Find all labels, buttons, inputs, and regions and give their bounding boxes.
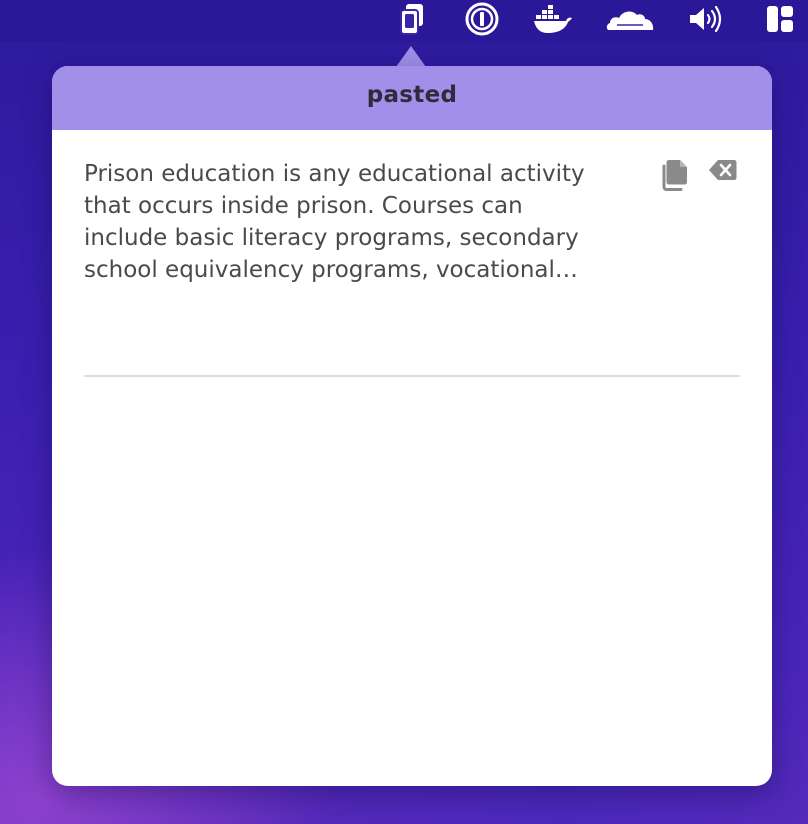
popover-title: pasted xyxy=(366,82,458,108)
docker-icon[interactable] xyxy=(532,0,574,38)
popover-arrow xyxy=(396,46,426,67)
delete-icon[interactable] xyxy=(708,158,738,192)
layout-grid-icon[interactable] xyxy=(764,0,796,38)
1password-icon[interactable] xyxy=(463,0,501,38)
clipboard-entry-text: Prison education is any educational acti… xyxy=(84,161,585,283)
clipboard-icon[interactable] xyxy=(395,0,429,38)
copy-icon[interactable] xyxy=(660,158,690,192)
cloudflare-icon[interactable] xyxy=(604,0,656,38)
entry-actions xyxy=(660,158,738,192)
clipboard-popover: pasted Prison education is any education… xyxy=(52,66,772,786)
menu-bar xyxy=(0,0,808,42)
clipboard-entry[interactable]: Prison education is any educational acti… xyxy=(84,130,740,377)
volume-icon[interactable] xyxy=(686,0,726,38)
popover-header: pasted xyxy=(52,66,772,130)
